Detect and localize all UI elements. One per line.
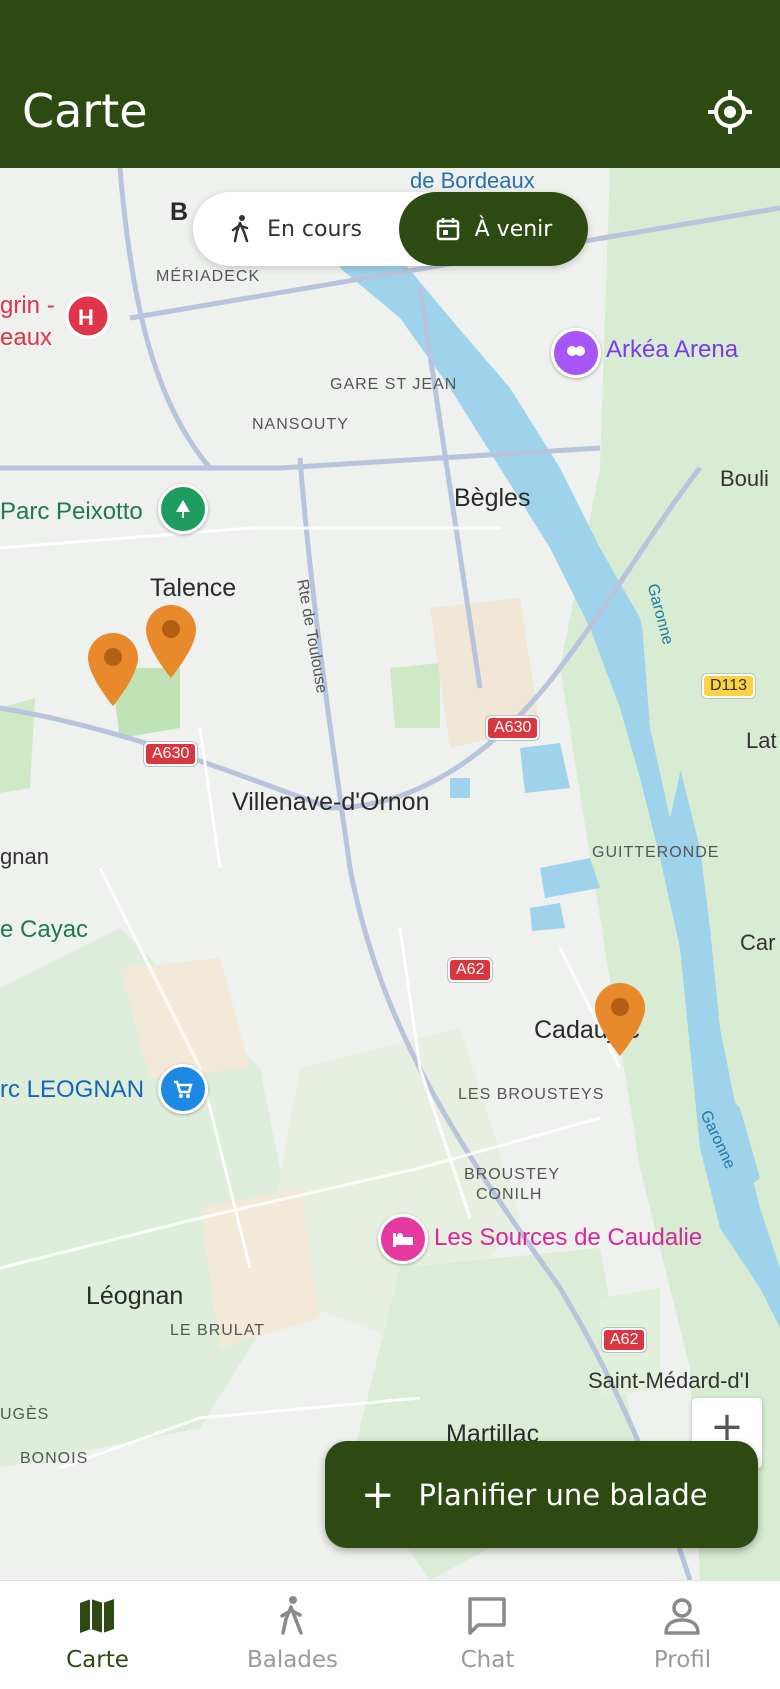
bottom-navigation: Carte Balades Chat Profil xyxy=(0,1580,780,1689)
page-title: Carte xyxy=(22,84,148,138)
map-label-lat: Lat xyxy=(746,728,777,753)
map-label-villenave: Villenave-d'Ornon xyxy=(232,788,430,816)
filter-in-progress-label: En cours xyxy=(267,216,362,242)
road-shield-a62-low: A62 xyxy=(602,1328,647,1352)
walk-marker-3[interactable] xyxy=(591,980,649,1058)
map-label-meriadeck: MÉRIADECK xyxy=(156,268,261,285)
nav-item-balades[interactable]: Balades xyxy=(195,1581,390,1689)
arena-icon[interactable] xyxy=(551,328,601,378)
map-label-b: B xyxy=(170,198,189,226)
nav-label-chat: Chat xyxy=(460,1647,515,1673)
walk-marker-2[interactable] xyxy=(142,602,200,680)
calendar-icon xyxy=(436,218,459,241)
plan-walk-button[interactable]: + Planifier une balade xyxy=(325,1441,758,1548)
filter-in-progress-button[interactable]: En cours xyxy=(193,192,398,266)
map-label-brulat: LE BRULAT xyxy=(170,1322,265,1339)
road-shield-a630-left: A630 xyxy=(144,742,198,766)
walk-marker-1[interactable] xyxy=(84,630,142,708)
poi-arkea-arena[interactable]: Arkéa Arena xyxy=(606,336,738,364)
app-bar: Carte xyxy=(0,0,780,168)
road-shield-d113: D113 xyxy=(702,674,756,698)
park-icon[interactable] xyxy=(158,484,208,534)
map-label-saint-medard: Saint-Médard-d'I xyxy=(588,1368,750,1393)
nav-label-balades: Balades xyxy=(246,1647,339,1673)
walking-icon xyxy=(231,215,249,243)
map-label-pellegrin-2: eaux xyxy=(0,324,53,351)
map-label-leognan: Léognan xyxy=(86,1282,184,1310)
walk-filter-toggle: En cours À venir xyxy=(193,192,588,266)
map-label-car: Car xyxy=(740,930,776,955)
filter-upcoming-button[interactable]: À venir xyxy=(399,192,588,266)
nav-item-chat[interactable]: Chat xyxy=(390,1581,585,1689)
map-view[interactable]: H MÉRIADECK GARE ST JEAN NANSOUTY Bègles… xyxy=(0,168,780,1580)
hotel-icon[interactable] xyxy=(378,1214,428,1264)
road-shield-a62-mid: A62 xyxy=(448,958,493,982)
poi-parc-peixotto[interactable]: Parc Peixotto xyxy=(0,498,143,526)
my-location-icon[interactable] xyxy=(706,88,754,136)
nav-label-profil: Profil xyxy=(653,1647,712,1673)
poi-parc-leognan[interactable]: rc LEOGNAN xyxy=(0,1076,144,1104)
nav-label-carte: Carte xyxy=(66,1647,129,1673)
map-label-bonois: BONOIS xyxy=(20,1450,89,1467)
map-label-pellegrin-1: grin - xyxy=(0,292,55,319)
map-label-uges: UGÈS xyxy=(0,1406,50,1423)
map-label-begles: Bègles xyxy=(454,484,531,512)
nav-item-carte[interactable]: Carte xyxy=(0,1581,195,1689)
road-shield-a630-mid: A630 xyxy=(486,716,540,740)
map-label-talence: Talence xyxy=(150,574,237,602)
shopping-cart-icon[interactable] xyxy=(158,1064,208,1114)
map-icon xyxy=(80,1599,114,1633)
person-icon xyxy=(664,1598,700,1635)
map-label-guitteronde: GUITTERONDE xyxy=(592,844,720,861)
map-label-gnan: gnan xyxy=(0,844,49,869)
svg-text:H: H xyxy=(78,305,94,330)
nav-item-profil[interactable]: Profil xyxy=(585,1581,780,1689)
map-label-broustey: BROUSTEY xyxy=(464,1166,561,1183)
map-label-nansouty: NANSOUTY xyxy=(252,416,349,433)
map-label-bouli: Bouli xyxy=(720,466,769,491)
filter-upcoming-label: À venir xyxy=(474,216,553,242)
map-label-gare: GARE ST JEAN xyxy=(330,376,458,393)
map-label-cayac: e Cayac xyxy=(0,916,89,943)
plus-icon: + xyxy=(361,1471,395,1518)
chat-bubble-icon xyxy=(468,1597,506,1635)
map-label-bordeaux: de Bordeaux xyxy=(410,168,535,193)
plan-walk-label: Planifier une balade xyxy=(418,1477,708,1512)
map-label-conilh: CONILH xyxy=(476,1186,543,1203)
poi-sources-caudalie[interactable]: Les Sources de Caudalie xyxy=(434,1224,702,1252)
map-label-brousteys: LES BROUSTEYS xyxy=(458,1086,605,1103)
hiker-icon xyxy=(280,1596,303,1635)
